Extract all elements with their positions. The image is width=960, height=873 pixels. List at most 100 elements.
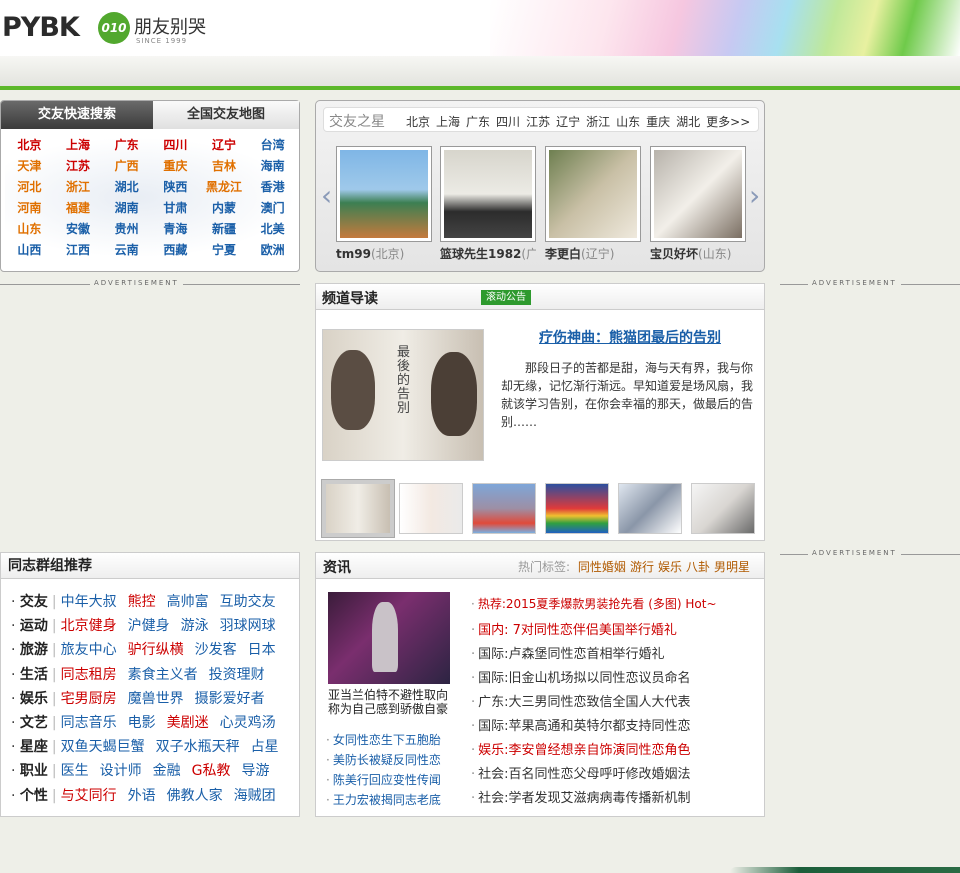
city-link[interactable]: 山西 bbox=[5, 242, 54, 258]
group-link[interactable]: 北京健身 bbox=[61, 618, 117, 634]
city-link[interactable]: 河北 bbox=[5, 179, 54, 195]
news-left-link[interactable]: · 女同性恋生下五胞胎 bbox=[326, 731, 441, 748]
city-link[interactable]: 重庆 bbox=[151, 158, 200, 174]
city-link[interactable]: 甘肃 bbox=[151, 200, 200, 216]
city-link[interactable]: 黑龙江 bbox=[200, 179, 249, 195]
tab-national-map[interactable]: 全国交友地图 bbox=[153, 101, 299, 129]
tab-quick-search[interactable]: 交友快速搜索 bbox=[1, 101, 153, 129]
hot-tag-link[interactable]: 娱乐 bbox=[658, 560, 682, 574]
group-link[interactable]: 魔兽世界 bbox=[128, 691, 184, 707]
group-link[interactable]: 设计师 bbox=[100, 763, 142, 779]
stars-city-link[interactable]: 辽宁 bbox=[556, 115, 580, 129]
city-link[interactable]: 天津 bbox=[5, 158, 54, 174]
group-link[interactable]: 同志租房 bbox=[61, 667, 117, 683]
city-link[interactable]: 山东 bbox=[5, 221, 54, 237]
news-left-link[interactable]: · 陈美行回应变性传闻 bbox=[326, 771, 441, 788]
group-link[interactable]: 医生 bbox=[61, 763, 89, 779]
stars-city-link[interactable]: 山东 bbox=[616, 115, 640, 129]
group-link[interactable]: 电影 bbox=[128, 715, 156, 731]
news-right-link[interactable]: · 热荐:2015夏季爆款男装抢先看 (多图) Hot~ bbox=[471, 595, 717, 612]
city-link[interactable]: 广西 bbox=[102, 158, 151, 174]
news-left-link[interactable]: · 美防长被疑反同性恋 bbox=[326, 751, 441, 768]
group-link[interactable]: 熊控 bbox=[128, 594, 156, 610]
feature-thumbnail[interactable] bbox=[618, 483, 682, 534]
city-link[interactable]: 北京 bbox=[5, 137, 54, 153]
profile-name[interactable]: 宝贝好坏(山东) bbox=[650, 245, 746, 262]
city-link[interactable]: 香港 bbox=[248, 179, 297, 195]
news-right-link[interactable]: · 社会:学者发现艾滋病病毒传播新机制 bbox=[471, 787, 691, 806]
hot-tag-link[interactable]: 游行 bbox=[630, 560, 654, 574]
group-link[interactable]: 羽球网球 bbox=[220, 618, 276, 634]
city-link[interactable]: 青海 bbox=[151, 221, 200, 237]
news-right-link[interactable]: · 国内: 7对同性恋伴侣美国举行婚礼 bbox=[471, 619, 677, 638]
profile-photo[interactable] bbox=[650, 146, 746, 242]
feature-image[interactable]: 最後的告別 bbox=[322, 329, 484, 461]
city-link[interactable]: 辽宁 bbox=[200, 137, 249, 153]
city-link[interactable]: 内蒙 bbox=[200, 200, 249, 216]
stars-city-link[interactable]: 广东 bbox=[466, 115, 490, 129]
group-link[interactable]: 摄影爱好者 bbox=[195, 691, 265, 707]
group-link[interactable]: 双鱼天蝎巨蟹 bbox=[61, 739, 145, 755]
group-link[interactable]: 素食主义者 bbox=[128, 667, 198, 683]
group-link[interactable]: 导游 bbox=[241, 763, 269, 779]
stars-city-link[interactable]: 四川 bbox=[496, 115, 520, 129]
city-link[interactable]: 江苏 bbox=[54, 158, 103, 174]
city-link[interactable]: 湖南 bbox=[102, 200, 151, 216]
group-link[interactable]: 宅男厨房 bbox=[61, 691, 117, 707]
stars-city-link[interactable]: 湖北 bbox=[676, 115, 700, 129]
city-link[interactable]: 上海 bbox=[54, 137, 103, 153]
city-link[interactable]: 福建 bbox=[54, 200, 103, 216]
profile-photo[interactable] bbox=[336, 146, 432, 242]
group-link[interactable]: 心灵鸡汤 bbox=[220, 715, 276, 731]
profile-photo[interactable] bbox=[545, 146, 641, 242]
group-link[interactable]: 与艾同行 bbox=[61, 788, 117, 804]
news-right-link[interactable]: · 娱乐:李安曾经想亲自饰演同性恋角色 bbox=[471, 739, 691, 758]
stars-city-link[interactable]: 上海 bbox=[436, 115, 460, 129]
profile-photo[interactable] bbox=[440, 146, 536, 242]
group-link[interactable]: 双子水瓶天秤 bbox=[156, 739, 240, 755]
feature-thumbnail[interactable] bbox=[472, 483, 536, 534]
star-profile[interactable]: 宝贝好坏(山东) bbox=[650, 146, 746, 262]
feature-thumbnail[interactable] bbox=[691, 483, 755, 534]
city-link[interactable]: 宁夏 bbox=[200, 242, 249, 258]
group-link[interactable]: 驴行纵横 bbox=[128, 642, 184, 658]
group-link[interactable]: 游泳 bbox=[181, 618, 209, 634]
city-link[interactable]: 西藏 bbox=[151, 242, 200, 258]
news-image-caption[interactable]: 亚当兰伯特不避性取向称为自己感到骄傲自豪 bbox=[328, 688, 454, 716]
stars-city-link[interactable]: 更多>> bbox=[706, 115, 750, 129]
group-link[interactable]: 海贼团 bbox=[234, 788, 276, 804]
city-link[interactable]: 吉林 bbox=[200, 158, 249, 174]
stars-city-link[interactable]: 浙江 bbox=[586, 115, 610, 129]
feature-title-link[interactable]: 疗伤神曲：熊猫团最后的告别 bbox=[501, 327, 759, 347]
news-right-link[interactable]: · 国际:旧金山机场拟以同性恋议员命名 bbox=[471, 667, 691, 686]
group-link[interactable]: 沙发客 bbox=[195, 642, 237, 658]
city-link[interactable]: 江西 bbox=[54, 242, 103, 258]
city-link[interactable]: 海南 bbox=[248, 158, 297, 174]
city-link[interactable]: 广东 bbox=[102, 137, 151, 153]
profile-name[interactable]: tm99(北京) bbox=[336, 245, 432, 262]
news-right-link[interactable]: · 社会:百名同性恋父母呼吁修改婚姻法 bbox=[471, 763, 691, 782]
stars-city-link[interactable]: 重庆 bbox=[646, 115, 670, 129]
group-link[interactable]: 高帅富 bbox=[167, 594, 209, 610]
hot-tag-link[interactable]: 男明星 bbox=[714, 560, 750, 574]
city-link[interactable]: 澳门 bbox=[248, 200, 297, 216]
group-link[interactable]: 沪健身 bbox=[128, 618, 170, 634]
rolling-notice-button[interactable]: 滚动公告 bbox=[481, 290, 531, 305]
city-link[interactable]: 北美 bbox=[248, 221, 297, 237]
group-link[interactable]: 佛教人家 bbox=[167, 788, 223, 804]
city-link[interactable]: 陕西 bbox=[151, 179, 200, 195]
group-link[interactable]: 同志音乐 bbox=[61, 715, 117, 731]
city-link[interactable]: 四川 bbox=[151, 137, 200, 153]
group-link[interactable]: 外语 bbox=[128, 788, 156, 804]
city-link[interactable]: 欧洲 bbox=[248, 242, 297, 258]
carousel-prev-icon[interactable]: ‹ bbox=[321, 173, 332, 219]
star-profile[interactable]: tm99(北京) bbox=[336, 146, 432, 262]
profile-name[interactable]: 李更白(辽宁) bbox=[545, 245, 641, 262]
stars-city-link[interactable]: 江苏 bbox=[526, 115, 550, 129]
group-link[interactable]: 金融 bbox=[153, 763, 181, 779]
group-link[interactable]: 日本 bbox=[248, 642, 276, 658]
group-link[interactable]: 美剧迷 bbox=[167, 715, 209, 731]
city-link[interactable]: 台湾 bbox=[248, 137, 297, 153]
news-right-link[interactable]: · 广东:大三男同性恋致信全国人大代表 bbox=[471, 691, 691, 710]
star-profile[interactable]: 篮球先生1982(广 bbox=[440, 146, 536, 262]
